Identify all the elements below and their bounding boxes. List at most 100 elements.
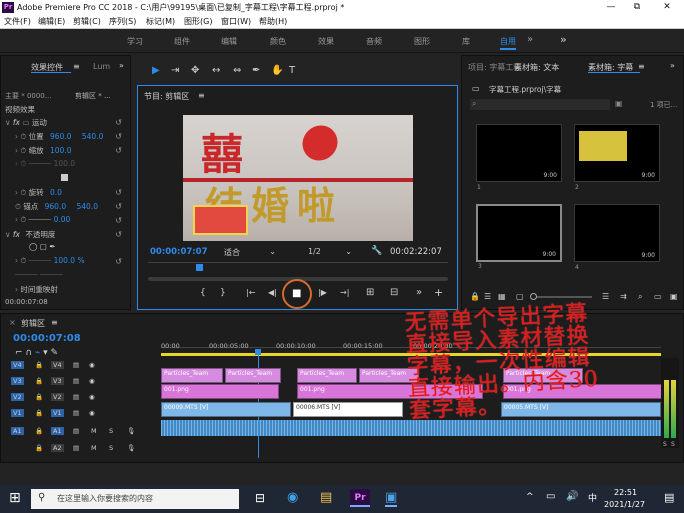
- sync-icon[interactable]: ▤: [73, 427, 79, 435]
- search-input[interactable]: ⌕: [470, 99, 610, 110]
- workspace-libraries[interactable]: 库: [462, 36, 470, 47]
- file-explorer-icon[interactable]: ▤: [320, 490, 332, 505]
- close-button[interactable]: ✕: [656, 1, 678, 14]
- more-buttons-icon[interactable]: »: [416, 287, 422, 298]
- effect-timecode[interactable]: 00:00:07:08: [5, 298, 48, 306]
- track-select-tool-icon[interactable]: ⇥: [171, 65, 179, 76]
- wrench-icon[interactable]: 🔧: [371, 246, 382, 256]
- timeline-clip-v3[interactable]: Particles_Team: [161, 368, 223, 383]
- anti-flicker-value[interactable]: 0.00: [54, 215, 71, 224]
- monitor-menu-icon[interactable]: ≡: [198, 91, 205, 100]
- track-source-toggle[interactable]: V1: [11, 409, 24, 417]
- reset-icon[interactable]: ↺: [115, 188, 122, 197]
- reset-icon[interactable]: ↺: [115, 257, 122, 266]
- workspace-learn[interactable]: 学习: [127, 36, 143, 47]
- new-bin-icon[interactable]: ▭: [654, 292, 662, 301]
- program-current-time[interactable]: 00:00:07:07: [150, 247, 208, 257]
- track-header-v3[interactable]: V3 🔒 V3 ▤ ◉: [1, 374, 159, 390]
- reset-icon[interactable]: ↺: [115, 118, 122, 127]
- workspace-graphics[interactable]: 图形: [414, 36, 430, 47]
- solo-meter-label[interactable]: S: [663, 441, 667, 448]
- freeform-view-icon[interactable]: ▢: [516, 292, 524, 301]
- work-area-bar[interactable]: [161, 353, 661, 356]
- clip-thumbnail-3[interactable]: 9:00 3: [476, 204, 562, 270]
- menu-clip[interactable]: 剪辑(C): [73, 16, 101, 27]
- timeline-clip-v1[interactable]: 00005.MTS [V]: [501, 402, 661, 417]
- track-header-a1[interactable]: A1 🔒 A1 ▤ M S 🎙: [1, 424, 159, 440]
- position-x-value[interactable]: 960.0: [50, 132, 71, 141]
- mark-in-icon[interactable]: {: [200, 288, 206, 298]
- panel-menu-icon[interactable]: ≡: [73, 62, 80, 71]
- rolling-edit-tool-icon[interactable]: ↔: [212, 65, 220, 76]
- eye-icon[interactable]: ◉: [89, 393, 95, 401]
- workspace-color[interactable]: 颜色: [270, 36, 286, 47]
- lock-icon[interactable]: 🔒: [35, 409, 43, 417]
- go-to-in-icon[interactable]: |←: [246, 288, 255, 297]
- tab-bin-text[interactable]: 素材箱: 文本: [514, 62, 559, 73]
- lock-icon[interactable]: 🔒: [35, 444, 43, 452]
- list-view-icon[interactable]: ☰: [484, 292, 491, 301]
- mute-button[interactable]: M: [91, 427, 97, 435]
- anchor-x-value[interactable]: 960.0: [45, 202, 66, 211]
- solo-button[interactable]: S: [109, 427, 113, 435]
- timeline-tools[interactable]: ⌐ ∩ ⌁ ▾ ✎: [15, 348, 58, 358]
- menu-sequence[interactable]: 序列(S): [109, 16, 136, 27]
- lock-icon[interactable]: 🔒: [35, 393, 43, 401]
- opacity-row[interactable]: ∨ fx 不透明度: [5, 229, 55, 240]
- timeline-tab[interactable]: 剪辑区: [21, 318, 45, 329]
- track-source-toggle[interactable]: V4: [11, 361, 24, 369]
- timeline-clip-v3[interactable]: Particles_Team: [225, 368, 281, 383]
- program-monitor-title[interactable]: 节目: 剪辑区: [144, 91, 189, 102]
- step-back-icon[interactable]: ◀|: [268, 288, 277, 297]
- workspace-editing[interactable]: 编辑: [221, 36, 237, 47]
- hand-tool-icon[interactable]: ✋: [271, 65, 283, 76]
- track-target[interactable]: A2: [51, 444, 64, 452]
- mask-tools[interactable]: ◯ ▢ ✒: [29, 242, 56, 251]
- menu-file[interactable]: 文件(F): [4, 16, 31, 27]
- menu-edit[interactable]: 编辑(E): [38, 16, 65, 27]
- track-target[interactable]: V3: [51, 377, 64, 385]
- audio-clip-a1[interactable]: [161, 420, 661, 436]
- close-icon[interactable]: ×: [9, 318, 16, 327]
- add-button[interactable]: +: [434, 286, 443, 299]
- step-forward-icon[interactable]: |▶: [318, 288, 327, 297]
- bin-menu-icon[interactable]: ≡: [638, 62, 645, 71]
- time-remap-row[interactable]: › 时间重映射: [15, 284, 58, 295]
- uniform-scale-checkbox[interactable]: [61, 174, 68, 183]
- edge-icon[interactable]: ◉: [287, 490, 298, 505]
- panel-more-icon[interactable]: »: [670, 61, 675, 70]
- icon-view-icon[interactable]: ▦: [498, 292, 506, 301]
- timeline-timecode[interactable]: 00:00:07:08: [13, 333, 81, 344]
- motion-row[interactable]: ∨ fx ▭ 运动: [5, 117, 47, 128]
- sort-icon[interactable]: ☰: [602, 292, 609, 301]
- timeline-menu-icon[interactable]: ≡: [51, 318, 58, 327]
- solo-button[interactable]: S: [109, 444, 113, 452]
- ripple-edit-tool-icon[interactable]: ✥: [191, 65, 199, 76]
- track-header-v2[interactable]: V2 🔒 V2 ▤ ◉: [1, 390, 159, 406]
- panel-more-icon[interactable]: »: [119, 61, 124, 70]
- screen-recorder-icon[interactable]: ▣: [385, 490, 398, 507]
- rotation-value[interactable]: 0.0: [50, 188, 62, 197]
- timeline-clip-v2[interactable]: 001.png: [503, 384, 663, 399]
- fit-dropdown[interactable]: 适合 ⌄: [224, 247, 276, 258]
- find-icon[interactable]: ⌕: [638, 292, 642, 302]
- eye-icon[interactable]: ◉: [89, 409, 95, 417]
- menu-help[interactable]: 帮助(H): [259, 16, 287, 27]
- go-to-out-icon[interactable]: →|: [340, 288, 349, 297]
- reset-icon[interactable]: ↺: [115, 146, 122, 155]
- new-item-icon[interactable]: ▣: [670, 292, 678, 301]
- lock-icon[interactable]: 🔒: [35, 361, 43, 369]
- anchor-y-value[interactable]: 540.0: [77, 202, 98, 211]
- zoom-slider[interactable]: [530, 293, 592, 300]
- reset-icon[interactable]: ↺: [115, 132, 122, 141]
- taskbar-search-input[interactable]: 在这里输入你要搜索的内容: [31, 489, 239, 509]
- taskbar-time[interactable]: 22:51: [614, 488, 637, 497]
- timeline-clip-v3[interactable]: Particles_Team: [297, 368, 357, 383]
- sync-icon[interactable]: ▤: [73, 361, 79, 369]
- workspace-overflow-icon[interactable]: »: [560, 33, 567, 46]
- windows-start-icon[interactable]: ⊞: [9, 490, 21, 506]
- track-header-a2[interactable]: 🔒 A2 ▤ M S 🎙: [1, 441, 159, 457]
- selection-tool-icon[interactable]: ▶: [152, 65, 160, 76]
- clip-thumbnail-4[interactable]: 9:00 4: [574, 204, 660, 271]
- task-view-icon[interactable]: ⊟: [255, 491, 265, 505]
